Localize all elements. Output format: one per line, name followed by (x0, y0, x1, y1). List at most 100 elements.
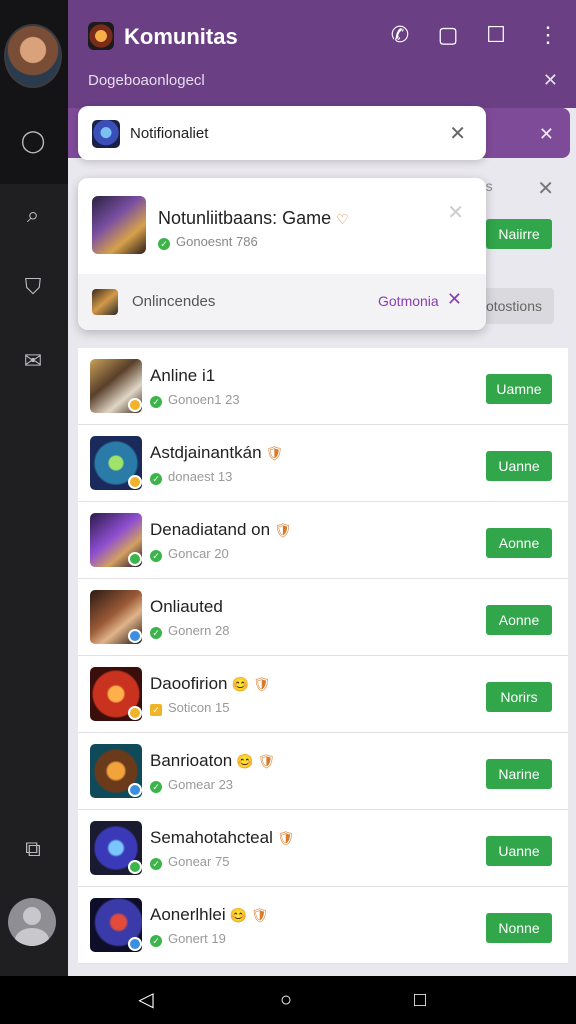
badge-icon (128, 860, 142, 874)
row-status: ✓ Gonert 19 (150, 931, 226, 947)
badge-icon (128, 475, 142, 489)
notification-label: Notifionaliet (130, 125, 209, 142)
row-status-text: Gonear 75 (168, 854, 230, 869)
row-title: Anline i1 (150, 366, 219, 386)
card-bottom-label: Onlincendes (132, 293, 216, 310)
card-title: Notunliitbaans: Game ♡ (158, 208, 349, 229)
row-action-button[interactable]: Nonne (486, 913, 552, 943)
strip-close-icon[interactable]: ✕ (539, 124, 554, 145)
status-dot-icon: ✓ (150, 396, 162, 408)
row-status-text: Gonert 19 (168, 931, 226, 946)
header-subtitle: Dogeboaonlogecl (88, 72, 205, 89)
row-emoji: 🛡 (276, 830, 295, 846)
row-status-text: Soticon 15 (168, 700, 230, 715)
badge-icon (128, 398, 142, 412)
list-item[interactable]: Anline i1 ✓ Gonoen1 23 Uamne (78, 348, 568, 425)
close-icon[interactable]: ✕ (543, 70, 558, 91)
row-status: ✓ donaest 13 (150, 469, 232, 485)
status-dot-icon: ✓ (150, 473, 162, 485)
app-logo (88, 22, 114, 50)
call-icon[interactable]: ✆ (386, 22, 414, 48)
row-status-text: Gonoen1 23 (168, 392, 240, 407)
card-title-text: Notunliitbaans: Game (158, 208, 332, 228)
notification-chip[interactable]: Notifionaliet ✕ (78, 106, 486, 160)
background-button[interactable]: Naiirre (486, 219, 552, 249)
row-title: Banrioaton 😊 🛡 (150, 751, 275, 771)
list-item[interactable]: Onliauted ✓ Gonern 28 Aonne (78, 579, 568, 656)
row-status: ✓ Gonear 75 (150, 854, 229, 870)
list-item[interactable]: Banrioaton 😊 🛡 ✓ Gomear 23 Narine (78, 733, 568, 810)
row-status: ✓ Goncar 20 (150, 546, 229, 562)
status-dot-icon: ✓ (150, 781, 162, 793)
row-status-text: Goncar 20 (168, 546, 229, 561)
back-icon[interactable]: ◁ (134, 988, 158, 1012)
row-title-text: Anline i1 (150, 366, 216, 385)
badge-icon (128, 937, 142, 951)
shield-icon[interactable]: ⛉ (18, 272, 48, 302)
row-title-text: Denadiatand on (150, 520, 271, 539)
row-status: ✓ Gomear 23 (150, 777, 233, 793)
row-action-button[interactable]: Narine (486, 759, 552, 789)
row-emoji: 😊 🛡 (229, 907, 269, 923)
more-icon[interactable]: ⋮ (534, 22, 562, 48)
copy-icon[interactable]: ⧉ (18, 834, 48, 864)
background-close-icon[interactable]: ✕ (537, 176, 554, 201)
row-title-text: Astdjainantkán (150, 443, 262, 462)
status-dot-icon: ✓ (150, 935, 162, 947)
row-emoji: 😊 🛡 (236, 753, 276, 769)
row-title: Daoofirion 😊 🛡 (150, 674, 271, 694)
recents-icon[interactable]: □ (408, 988, 432, 1012)
badge-icon (128, 552, 142, 566)
row-emoji: 🛡 (265, 445, 284, 461)
online-dot-icon: ✓ (158, 238, 170, 250)
row-status-text: Gomear 23 (168, 777, 234, 792)
status-dot-icon: ✓ (150, 550, 162, 562)
row-title: Aonerlhlei 😊 🛡 (150, 905, 269, 925)
page-title: Komunitas (124, 24, 238, 49)
row-title: Onliauted (150, 597, 227, 617)
row-title-text: Banrioaton (150, 751, 233, 770)
row-status-text: Gonern 28 (168, 623, 230, 638)
row-emoji: 😊 🛡 (231, 676, 271, 692)
list-item[interactable]: Daoofirion 😊 🛡 ✓ Soticon 15 Norirs (78, 656, 568, 733)
list-item[interactable]: Denadiatand on 🛡 ✓ Goncar 20 Aonne (78, 502, 568, 579)
card-bottom-close-icon[interactable]: ✕ (447, 289, 462, 310)
list-item[interactable]: Semahotahcteal 🛡 ✓ Gonear 75 Uanne (78, 810, 568, 887)
row-action-button[interactable]: Uanne (486, 836, 552, 866)
row-title-text: Daoofirion (150, 674, 228, 693)
status-dot-icon: ✓ (150, 627, 162, 639)
row-action-button[interactable]: Aonne (486, 605, 552, 635)
list-item[interactable]: Aonerlhlei 😊 🛡 ✓ Gonert 19 Nonne (78, 887, 568, 964)
row-title: Denadiatand on 🛡 (150, 520, 292, 540)
card-close-icon[interactable]: ✕ (447, 200, 464, 225)
row-title-text: Semahotahcteal (150, 828, 273, 847)
chat-bubble-icon[interactable]: ◯ (18, 126, 48, 156)
row-status: ✓ Gonoen1 23 (150, 392, 240, 408)
game-art (92, 196, 146, 254)
row-action-button[interactable]: Uanne (486, 451, 552, 481)
notification-close-icon[interactable]: ✕ (449, 121, 466, 146)
list-item[interactable]: Astdjainantkán 🛡 ✓ donaest 13 Uanne (78, 425, 568, 502)
mail-icon[interactable]: ✉ (18, 346, 48, 376)
row-status-text: donaest 13 (168, 469, 233, 484)
row-action-button[interactable]: Uamne (486, 374, 552, 404)
row-action-button[interactable]: Norirs (486, 682, 552, 712)
row-title: Semahotahcteal 🛡 (150, 828, 295, 848)
row-status: ✓ Gonern 28 (150, 623, 229, 639)
user-avatar[interactable] (8, 898, 56, 946)
system-navbar: ◁ ○ □ (0, 976, 576, 1024)
game-list: Anline i1 ✓ Gonoen1 23 Uamne Astdjainantkán 🛡… (78, 348, 568, 976)
heart-icon: ♡ (336, 211, 349, 227)
game-card[interactable]: Notunliitbaans: Game ♡ ✓ Gonoesnt 786 ✕ O… (78, 178, 486, 330)
badge-icon (128, 629, 142, 643)
square-rounded-icon[interactable]: ▢ (434, 22, 462, 48)
status-dot-icon: ✓ (150, 704, 162, 716)
row-title-text: Onliauted (150, 597, 223, 616)
row-action-button[interactable]: Aonne (486, 528, 552, 558)
window-icon[interactable]: ☐ (482, 22, 510, 48)
card-bottom-link[interactable]: Gotmonia (378, 293, 439, 309)
card-bottom-icon (92, 289, 118, 315)
profile-avatar[interactable] (4, 24, 62, 88)
search-leaf-icon[interactable]: ⌕ (18, 200, 48, 230)
home-icon[interactable]: ○ (274, 988, 298, 1012)
